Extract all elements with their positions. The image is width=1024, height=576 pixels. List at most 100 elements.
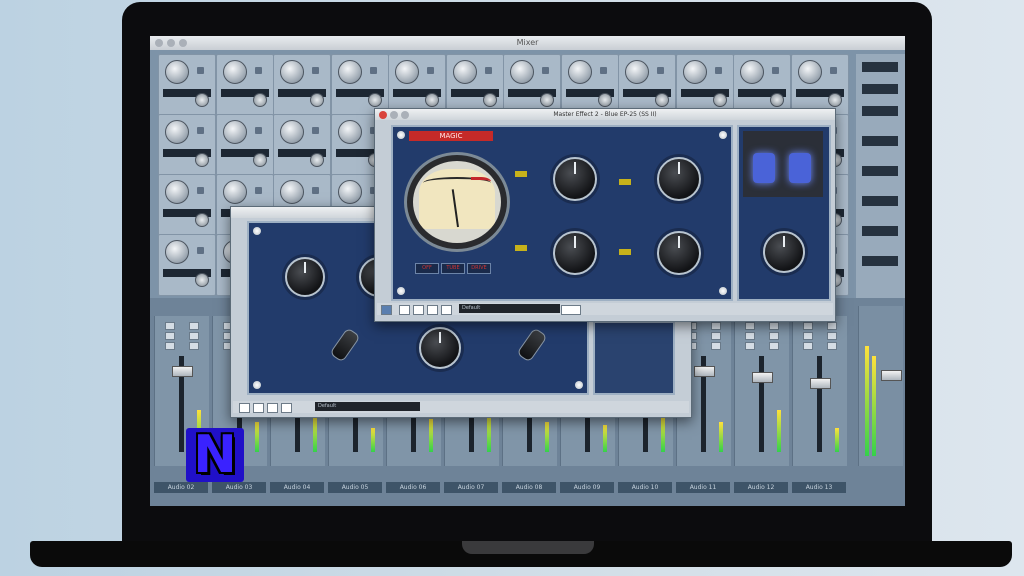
compare-button[interactable] (427, 305, 438, 315)
prev-preset-button[interactable] (253, 403, 264, 413)
zoom-icon[interactable] (401, 111, 409, 119)
atten-lever[interactable] (516, 327, 548, 363)
channel-fader[interactable] (694, 366, 715, 377)
knob-icon[interactable] (252, 93, 267, 107)
slot-button[interactable] (312, 67, 319, 74)
knob-icon[interactable] (280, 180, 304, 204)
knob-icon[interactable] (337, 180, 362, 204)
slot-button[interactable] (484, 67, 492, 74)
knob-icon[interactable] (712, 93, 727, 107)
channel-button[interactable] (745, 342, 755, 350)
slot-button[interactable] (197, 187, 204, 194)
channel-button[interactable] (711, 342, 721, 350)
knob-icon[interactable] (280, 120, 304, 144)
preset-select-main[interactable]: Default (459, 304, 560, 313)
slot-button[interactable] (657, 67, 664, 74)
channel-button[interactable] (769, 332, 779, 340)
switch-button[interactable] (515, 171, 527, 177)
channel-button[interactable] (165, 332, 175, 340)
switch-button[interactable] (515, 245, 527, 251)
slot-button[interactable] (254, 187, 262, 194)
knob-icon[interactable] (682, 60, 707, 84)
channel-button[interactable] (745, 322, 755, 330)
knob-icon[interactable] (165, 240, 189, 264)
options-button[interactable] (561, 305, 581, 315)
channel-button[interactable] (827, 322, 837, 330)
switch-button[interactable] (619, 179, 631, 185)
channel-button[interactable] (189, 342, 199, 350)
slot-button[interactable] (714, 67, 722, 74)
knob-icon[interactable] (597, 93, 612, 107)
channel-fader[interactable] (810, 378, 831, 389)
knob-icon[interactable] (195, 213, 209, 227)
slot-button[interactable] (197, 127, 204, 134)
close-icon[interactable] (155, 39, 163, 47)
knob-icon[interactable] (482, 93, 497, 107)
knob-icon[interactable] (165, 180, 189, 204)
knob-icon[interactable] (165, 60, 189, 84)
knob-icon[interactable] (337, 120, 362, 144)
knob-icon[interactable] (195, 93, 209, 107)
knob-icon[interactable] (252, 153, 267, 167)
slot-button[interactable] (427, 67, 434, 74)
knob-icon[interactable] (740, 60, 764, 84)
channel-button[interactable] (165, 342, 175, 350)
low-knob[interactable] (553, 231, 597, 275)
knob-icon[interactable] (367, 93, 382, 107)
input-knob[interactable] (285, 257, 325, 297)
slot-button[interactable] (254, 67, 262, 74)
channel-button[interactable] (827, 332, 837, 340)
knob-icon[interactable] (195, 153, 209, 167)
knob-icon[interactable] (655, 93, 669, 107)
channel-button[interactable] (189, 332, 199, 340)
copy-button[interactable] (441, 305, 452, 315)
knob-icon[interactable] (510, 60, 534, 84)
bypass-button[interactable] (239, 403, 250, 413)
knob-icon[interactable] (395, 60, 419, 84)
channel-fader[interactable] (172, 366, 193, 377)
channel-button[interactable] (803, 322, 813, 330)
output-knob[interactable] (657, 157, 701, 201)
knob-icon[interactable] (337, 60, 362, 84)
knob-icon[interactable] (567, 60, 592, 84)
switch-button[interactable] (619, 249, 631, 255)
minimize-icon[interactable] (167, 39, 175, 47)
channel-button[interactable] (711, 322, 721, 330)
tube-knob[interactable] (763, 231, 805, 273)
slot-button[interactable] (197, 67, 204, 74)
knob-icon[interactable] (452, 60, 477, 84)
slot-button[interactable] (772, 67, 779, 74)
preset-select-secondary[interactable]: Default (315, 402, 420, 411)
knob-icon[interactable] (797, 60, 822, 84)
knob-icon[interactable] (222, 180, 247, 204)
boost-lever[interactable] (329, 327, 361, 363)
knob-icon[interactable] (540, 93, 554, 107)
knob-icon[interactable] (165, 120, 189, 144)
channel-button[interactable] (827, 342, 837, 350)
next-preset-button[interactable] (413, 305, 424, 315)
slot-button[interactable] (829, 67, 837, 74)
prev-preset-button[interactable] (399, 305, 410, 315)
zoom-icon[interactable] (179, 39, 187, 47)
channel-button[interactable] (711, 332, 721, 340)
knob-icon[interactable] (827, 93, 842, 107)
frequency-knob[interactable] (419, 327, 461, 369)
channel-button[interactable] (769, 342, 779, 350)
minimize-icon[interactable] (390, 111, 398, 119)
meter-mode-button[interactable]: DRIVE (467, 263, 491, 274)
knob-icon[interactable] (625, 60, 649, 84)
channel-button[interactable] (803, 332, 813, 340)
knob-icon[interactable] (222, 60, 247, 84)
meter-mode-button[interactable]: OFF (415, 263, 439, 274)
channel-fader[interactable] (752, 372, 773, 383)
knob-icon[interactable] (310, 153, 324, 167)
master-fader[interactable] (881, 370, 902, 381)
channel-button[interactable] (803, 342, 813, 350)
slot-button[interactable] (542, 67, 549, 74)
channel-button[interactable] (165, 322, 175, 330)
close-icon[interactable] (379, 111, 387, 119)
channel-button[interactable] (769, 322, 779, 330)
knob-icon[interactable] (770, 93, 784, 107)
slot-button[interactable] (312, 187, 319, 194)
knob-icon[interactable] (222, 120, 247, 144)
